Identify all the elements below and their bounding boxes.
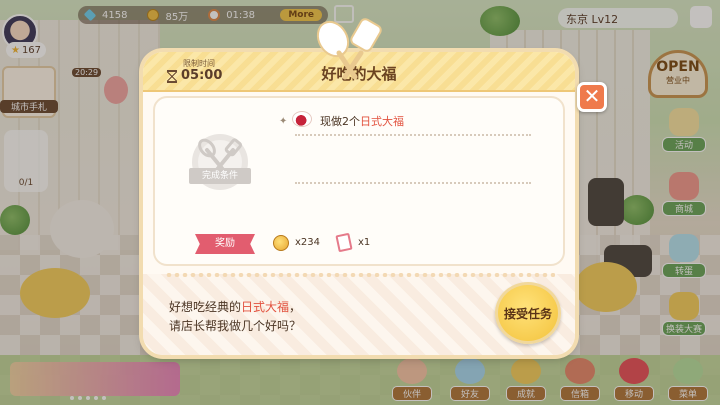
scallop-divider xyxy=(165,273,555,277)
task-card: 完成条件 ✦ 现做2个日式大福 奖励 x234 x1 xyxy=(153,96,565,266)
ticket-icon xyxy=(335,232,353,253)
task-item: 日式大福 xyxy=(360,115,404,128)
condition-label: 完成条件 xyxy=(189,168,251,184)
npc-dialog-text: 好想吃经典的日式大福， 请店长帮我做几个好吗？ xyxy=(169,298,301,336)
dialog-item: 日式大福 xyxy=(241,300,290,314)
reward-coin-amount: x234 xyxy=(295,237,321,248)
dialog-line-1: 好想吃经典的日式大福， xyxy=(169,300,302,314)
close-button[interactable]: ✕ xyxy=(577,82,607,112)
coin-icon xyxy=(273,235,289,251)
sparkle-icon: ✦ xyxy=(279,116,288,127)
task-prefix: 现做2个 xyxy=(320,115,360,128)
task-divider xyxy=(295,134,531,136)
accept-quest-button[interactable]: 接受任务 xyxy=(495,282,561,344)
daifuku-icon xyxy=(292,111,312,127)
task-requirement: 现做2个日式大福 xyxy=(320,113,404,129)
task-divider xyxy=(295,182,531,184)
dialog-line-2: 请店长帮我做几个好吗？ xyxy=(169,319,302,333)
reward-label: 奖励 xyxy=(195,234,255,254)
whisk-spatula-icon xyxy=(316,18,382,80)
reward-ticket-amount: x1 xyxy=(358,237,371,248)
quest-dialog: 限制时间 05:00 好吃的大福 完成条件 ✦ 现做2个日式大福 奖励 x234… xyxy=(143,52,575,355)
